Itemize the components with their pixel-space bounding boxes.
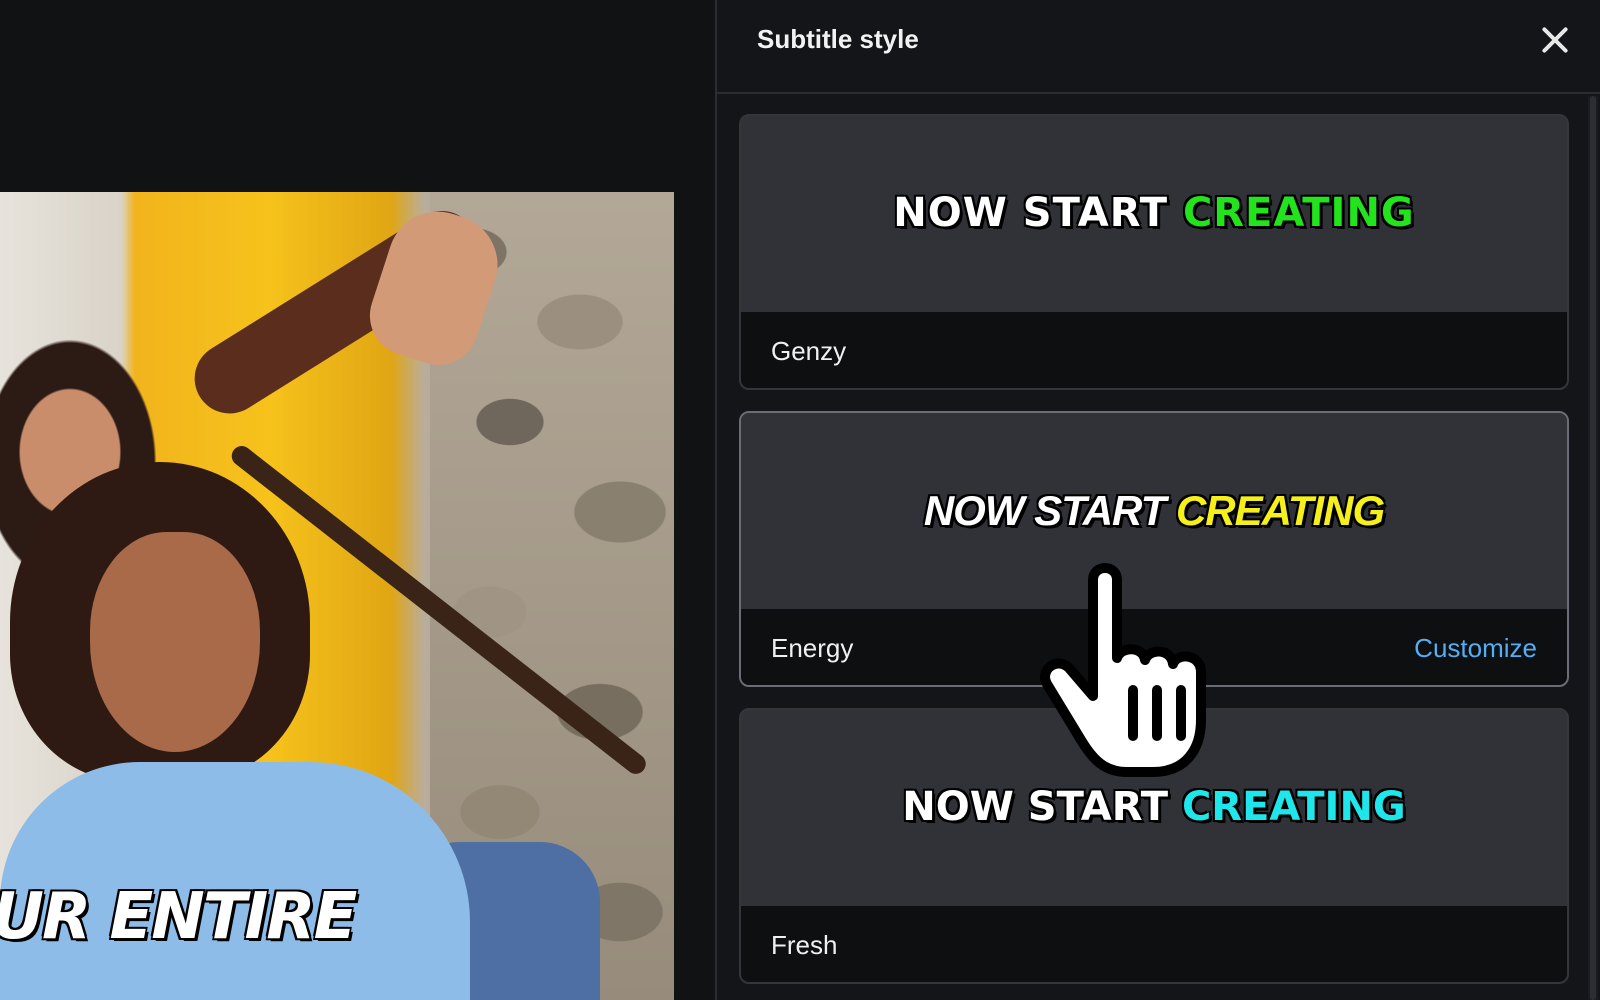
style-preview: NOW START CREATING bbox=[741, 710, 1567, 906]
panel-title: Subtitle style bbox=[757, 24, 919, 54]
video-subtitle-caption: UR ENTIRE bbox=[0, 880, 357, 954]
style-card-footer: Energy Customize bbox=[741, 609, 1567, 685]
style-name: Fresh bbox=[771, 930, 838, 960]
style-preview-text: NOW START CREATING bbox=[741, 190, 1567, 236]
video-preview-area: UR ENTIRE bbox=[0, 0, 715, 1000]
style-preview-text: NOW START CREATING bbox=[741, 784, 1567, 830]
preview-highlight: CREATING bbox=[1181, 784, 1406, 830]
style-preview: NOW START CREATING bbox=[741, 413, 1567, 609]
panel-header: Subtitle style bbox=[717, 0, 1600, 94]
panel-scrollbar[interactable] bbox=[1588, 96, 1598, 1000]
preview-prefix: NOW START bbox=[923, 487, 1176, 534]
video-frame[interactable]: UR ENTIRE bbox=[0, 192, 674, 1000]
scrollbar-thumb[interactable] bbox=[1590, 96, 1596, 1000]
style-name: Energy bbox=[771, 633, 854, 663]
style-card-genzy[interactable]: NOW START CREATING Genzy bbox=[739, 114, 1569, 390]
style-preview: NOW START CREATING bbox=[741, 116, 1567, 312]
style-card-footer: Genzy bbox=[741, 312, 1567, 388]
preview-prefix: NOW START bbox=[902, 784, 1182, 830]
preview-highlight: CREATING bbox=[1175, 487, 1385, 534]
preview-highlight: CREATING bbox=[1182, 190, 1415, 236]
subtitle-style-panel: Subtitle style NOW START CREATING Genzy … bbox=[715, 0, 1600, 1000]
preview-prefix: NOW START bbox=[893, 190, 1183, 236]
style-name: Genzy bbox=[771, 336, 847, 366]
customize-button[interactable]: Customize bbox=[1414, 633, 1537, 664]
style-card-fresh[interactable]: NOW START CREATING Fresh bbox=[739, 708, 1569, 984]
close-icon[interactable] bbox=[1535, 20, 1575, 60]
style-preview-text: NOW START CREATING bbox=[741, 487, 1567, 535]
person-foreground-face bbox=[90, 532, 260, 752]
style-card-footer: Fresh bbox=[741, 906, 1567, 982]
style-card-energy[interactable]: NOW START CREATING Energy Customize bbox=[739, 411, 1569, 687]
